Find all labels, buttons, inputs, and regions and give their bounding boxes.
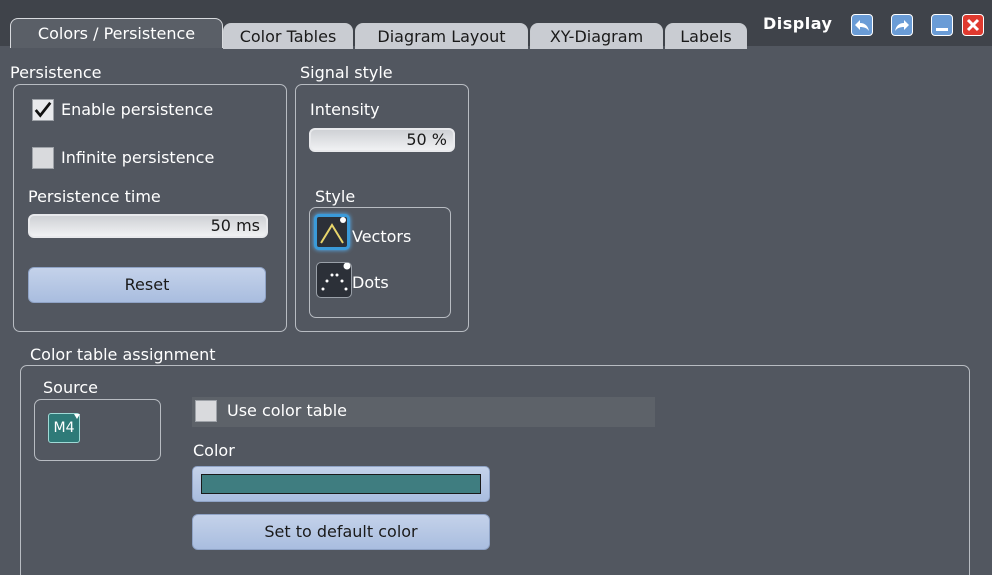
persistence-time-label: Persistence time [28, 187, 161, 206]
tab-color-tables[interactable]: Color Tables [223, 23, 353, 49]
display-dialog: Colors / Persistence Color Tables Diagra… [0, 0, 992, 575]
source-value: M4 [53, 420, 75, 436]
tab-colors-persistence[interactable]: Colors / Persistence [10, 18, 223, 48]
color-label: Color [193, 441, 235, 460]
dots-style-button[interactable] [316, 262, 352, 298]
persistence-group-label: Persistence [10, 63, 102, 82]
color-picker-field[interactable] [192, 466, 490, 502]
minimize-icon [936, 28, 948, 31]
infinite-persistence-label: Infinite persistence [61, 148, 215, 167]
tab-xy-diagram[interactable]: XY-Diagram [530, 23, 663, 49]
dialog-title: Display [763, 14, 833, 33]
redo-button[interactable] [891, 14, 913, 36]
style-label: Style [315, 187, 356, 206]
tab-labels[interactable]: Labels [665, 23, 747, 49]
close-icon [966, 18, 980, 32]
infinite-persistence-checkbox[interactable] [32, 147, 54, 169]
intensity-label: Intensity [310, 100, 380, 119]
dots-icon [321, 262, 351, 291]
undo-icon [855, 20, 869, 31]
tab-diagram-layout[interactable]: Diagram Layout [355, 23, 528, 49]
signal-style-group-label: Signal style [300, 63, 393, 82]
enable-persistence-label: Enable persistence [61, 100, 214, 119]
reset-button[interactable]: Reset [28, 267, 266, 303]
enable-persistence-checkbox[interactable] [32, 99, 54, 121]
persistence-time-field[interactable]: 50 ms [28, 214, 268, 238]
redo-icon [895, 20, 909, 31]
set-default-color-button[interactable]: Set to default color [192, 514, 490, 550]
vectors-icon [320, 217, 346, 244]
intensity-field[interactable]: 50 % [309, 128, 455, 152]
dropdown-corner-icon [74, 414, 80, 419]
checkmark-icon [34, 101, 52, 118]
undo-button[interactable] [851, 14, 873, 36]
tab-bar: Colors / Persistence Color Tables Diagra… [0, 0, 992, 49]
color-swatch [201, 474, 481, 494]
vectors-label: Vectors [352, 227, 412, 246]
dots-label: Dots [352, 273, 389, 292]
color-table-assignment-group-label: Color table assignment [30, 345, 216, 364]
use-color-table-checkbox[interactable] [195, 400, 217, 422]
source-label: Source [43, 378, 98, 397]
use-color-table-label: Use color table [227, 401, 347, 420]
minimize-button[interactable] [931, 14, 953, 36]
close-button[interactable] [962, 14, 984, 36]
vectors-style-button[interactable] [314, 214, 350, 250]
